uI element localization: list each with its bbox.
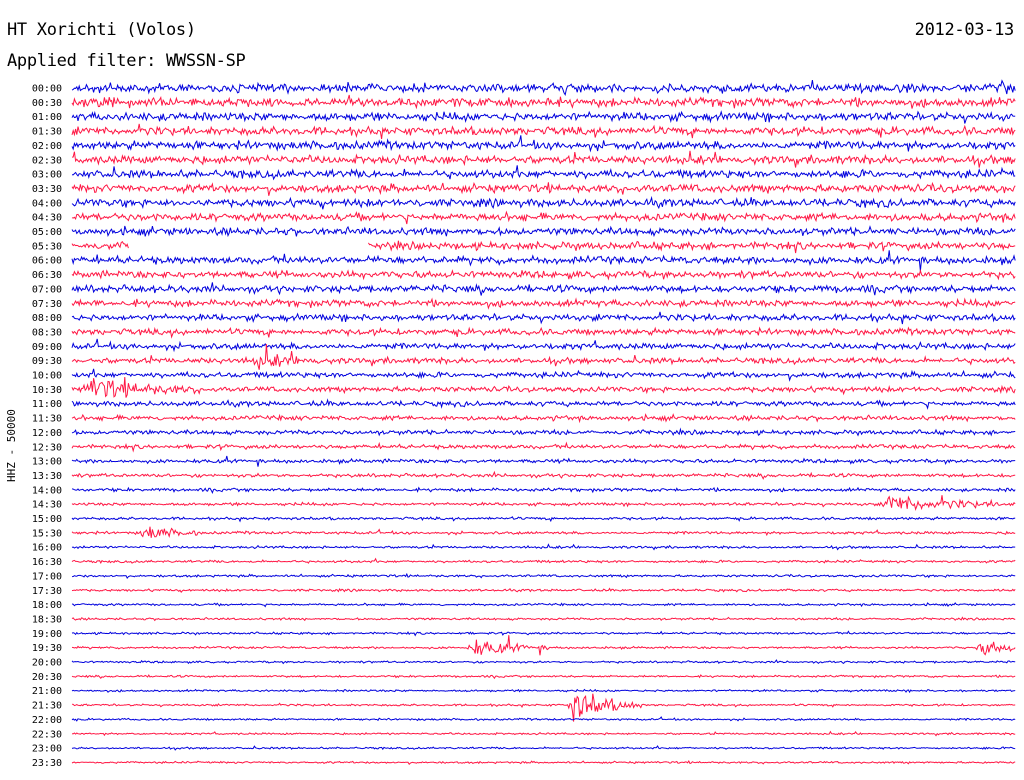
trace-row xyxy=(71,470,1016,480)
row-time-label: 05:30 xyxy=(32,241,62,252)
trace-row xyxy=(71,730,1016,737)
trace-row xyxy=(71,688,1016,694)
row-time-label: 07:00 xyxy=(32,284,62,295)
trace-row xyxy=(71,250,1016,271)
row-time-label: 21:30 xyxy=(32,701,62,712)
row-time-label: 02:30 xyxy=(32,155,62,166)
trace-row xyxy=(71,495,1016,512)
trace-row xyxy=(71,455,1016,467)
trace-row xyxy=(71,225,1016,238)
trace-row xyxy=(71,413,1016,424)
row-time-label: 11:00 xyxy=(32,399,62,410)
trace-row xyxy=(71,515,1016,523)
row-time-label: 00:00 xyxy=(32,84,62,95)
trace-row xyxy=(71,326,1016,339)
trace-row xyxy=(71,659,1016,665)
row-time-label: 01:00 xyxy=(32,112,62,123)
trace-row xyxy=(71,543,1016,551)
trace-row xyxy=(71,486,1016,494)
trace-row xyxy=(71,635,1016,656)
trace-row xyxy=(71,165,1016,181)
row-time-label: 17:30 xyxy=(32,586,62,597)
row-time-label: 00:30 xyxy=(32,98,62,109)
trace-row xyxy=(71,181,1016,196)
trace-row xyxy=(71,297,1016,310)
row-time-label: 12:00 xyxy=(32,428,62,439)
trace-row xyxy=(71,441,1016,453)
row-time-label: 09:00 xyxy=(32,342,62,353)
trace-row xyxy=(71,311,1016,325)
trace-row xyxy=(71,282,1016,296)
trace-row xyxy=(71,557,1016,564)
row-time-label: 11:30 xyxy=(32,414,62,425)
row-time-label: 07:30 xyxy=(32,299,62,310)
trace-row xyxy=(71,572,1016,579)
trace-row xyxy=(71,123,1016,140)
trace-row xyxy=(71,94,1016,110)
trace-row xyxy=(71,268,1016,281)
row-time-label: 08:30 xyxy=(32,327,62,338)
trace-row xyxy=(71,587,1016,594)
row-time-label: 06:00 xyxy=(32,256,62,267)
row-time-label: 15:30 xyxy=(32,528,62,539)
trace-row xyxy=(71,150,1016,168)
trace-row xyxy=(71,210,1016,225)
trace-row xyxy=(71,630,1016,637)
trace-row xyxy=(71,135,1016,153)
row-time-label: 05:00 xyxy=(32,227,62,238)
row-time-label: 10:30 xyxy=(32,385,62,396)
row-time-label: 23:00 xyxy=(32,744,62,755)
trace-row xyxy=(71,674,1016,680)
trace-row xyxy=(71,195,1016,210)
row-time-label: 06:30 xyxy=(32,270,62,281)
row-time-label: 19:30 xyxy=(32,643,62,654)
row-time-label: 16:30 xyxy=(32,557,62,568)
trace-row xyxy=(71,745,1016,751)
row-time-label: 22:00 xyxy=(32,715,62,726)
row-time-label: 02:00 xyxy=(32,141,62,152)
trace-row xyxy=(71,398,1016,410)
row-time-label: 09:30 xyxy=(32,356,62,367)
trace-row xyxy=(71,79,1016,96)
row-time-label: 03:00 xyxy=(32,170,62,181)
row-time-label: 10:00 xyxy=(32,371,62,382)
trace-row xyxy=(71,526,1016,538)
row-time-label: 19:00 xyxy=(32,629,62,640)
row-time-label: 04:30 xyxy=(32,213,62,224)
helicorder-plot: 00:00 00:30 01:00 01:30 02:00 02:30 03:00 03:30… xyxy=(32,79,1016,769)
row-time-label: 18:30 xyxy=(32,614,62,625)
trace-row xyxy=(71,616,1016,622)
row-time-label: 15:00 xyxy=(32,514,62,525)
row-time-label: 20:00 xyxy=(32,658,62,669)
trace-row xyxy=(71,716,1016,722)
row-time-label: 14:30 xyxy=(32,500,62,511)
row-time-label: 04:00 xyxy=(32,198,62,209)
row-time-label: 22:30 xyxy=(32,729,62,740)
row-time-label: 20:30 xyxy=(32,672,62,683)
row-time-label: 17:00 xyxy=(32,571,62,582)
trace-row xyxy=(71,368,1016,382)
row-time-label: 13:00 xyxy=(32,457,62,468)
row-time-label: 23:30 xyxy=(32,758,62,769)
row-time-label: 01:30 xyxy=(32,127,62,138)
trace-row xyxy=(71,602,1016,608)
row-time-label: 03:30 xyxy=(32,184,62,195)
trace-row xyxy=(71,240,1016,254)
trace-row xyxy=(71,427,1016,437)
row-time-label: 14:00 xyxy=(32,485,62,496)
row-time-label: 08:00 xyxy=(32,313,62,324)
trace-row xyxy=(71,110,1016,124)
trace-row xyxy=(71,759,1016,765)
row-time-label: 18:00 xyxy=(32,600,62,611)
row-time-label: 16:00 xyxy=(32,543,62,554)
row-time-label: 12:30 xyxy=(32,442,62,453)
trace-row xyxy=(71,377,1016,398)
row-time-label: 21:00 xyxy=(32,686,62,697)
trace-row xyxy=(71,338,1016,353)
row-time-label: 13:30 xyxy=(32,471,62,482)
trace-row xyxy=(71,693,1016,722)
